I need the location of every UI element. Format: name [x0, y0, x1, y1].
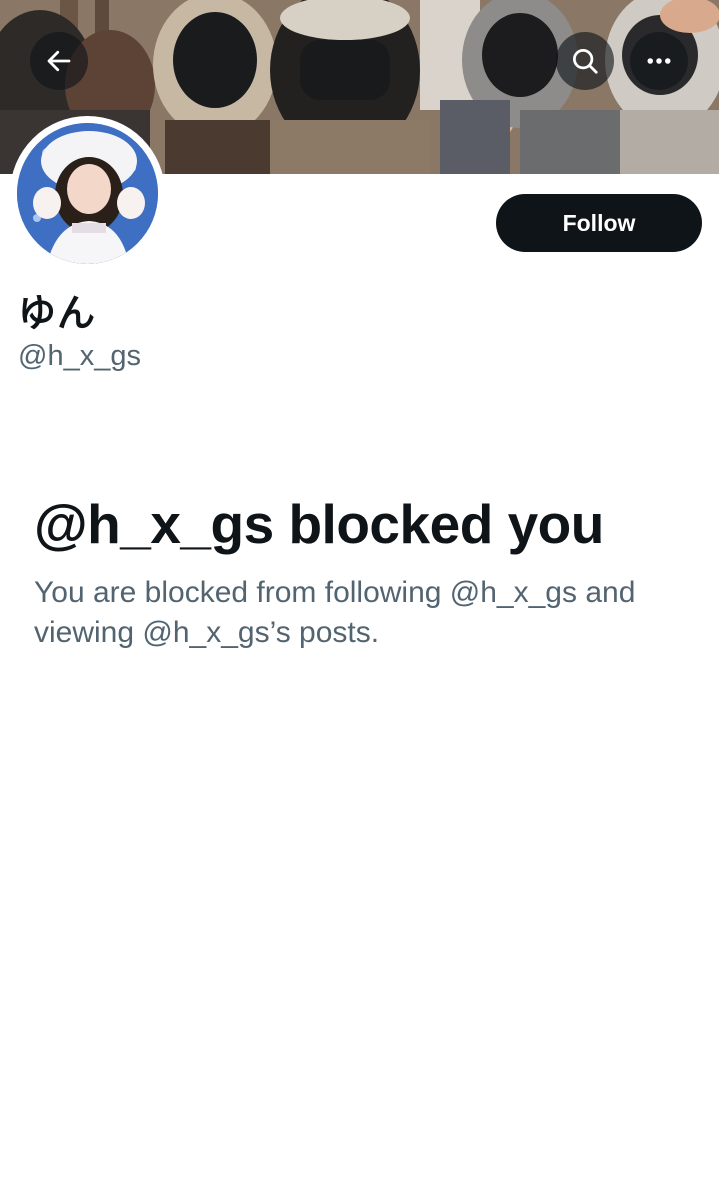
more-horizontal-icon	[647, 58, 671, 64]
back-button[interactable]	[30, 32, 88, 90]
profile-avatar[interactable]	[10, 116, 165, 271]
back-arrow-icon	[47, 50, 71, 72]
search-icon	[573, 49, 598, 74]
search-button[interactable]	[556, 32, 614, 90]
more-button[interactable]	[630, 32, 688, 90]
username-handle: @h_x_gs	[18, 340, 141, 372]
blocked-title: @h_x_gs blocked you	[34, 493, 604, 555]
follow-button[interactable]: Follow	[496, 194, 702, 252]
display-name: ゆん	[18, 291, 97, 335]
blocked-description: You are blocked from following @h_x_gs a…	[34, 576, 636, 649]
avatar-image	[17, 123, 158, 264]
